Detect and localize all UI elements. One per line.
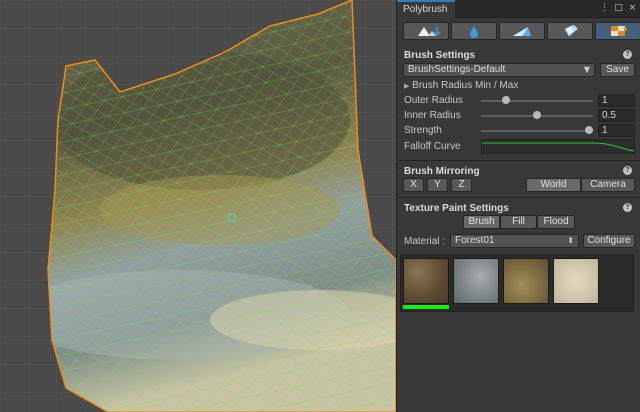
- foldout-arrow-icon: ▶: [404, 82, 410, 90]
- mode-raise-lower-button[interactable]: [403, 22, 449, 40]
- material-dropdown[interactable]: Forest01 ⬍: [450, 234, 579, 248]
- smooth-icon: [470, 26, 478, 38]
- mode-smooth-button[interactable]: [451, 22, 497, 40]
- brush-mirroring-title: Brush Mirroring: [404, 166, 480, 177]
- raise-lower-icon: [418, 27, 441, 37]
- strength-label: Strength: [404, 125, 442, 136]
- brush-preset-value: BrushSettings-Default: [408, 64, 506, 75]
- mode-texture-paint-button[interactable]: [595, 22, 640, 40]
- rock-texture[interactable]: [453, 258, 499, 304]
- scene-viewport[interactable]: [0, 0, 396, 412]
- texture-paint-title: Texture Paint Settings: [404, 203, 509, 214]
- polybrush-panel: Polybrush ⋮ □ × Brush Settings ? BrushSe…: [396, 0, 640, 412]
- selected-texture-indicator: [403, 305, 449, 309]
- chevron-down-icon: ▼: [583, 65, 590, 74]
- material-label: Material :: [404, 236, 446, 247]
- menu-icon[interactable]: ⋮: [599, 3, 610, 14]
- falloff-curve-label: Falloff Curve: [404, 141, 461, 152]
- paint-mode-brush-button[interactable]: Brush: [463, 215, 500, 229]
- terrain-mesh[interactable]: [0, 0, 396, 412]
- mirror-x-toggle[interactable]: X: [403, 178, 424, 192]
- outer-radius-label: Outer Radius: [404, 95, 463, 106]
- brush-preset-dropdown[interactable]: BrushSettings-Default ▼: [403, 63, 595, 77]
- brush-mode-toolbar: [403, 22, 640, 40]
- strength-field[interactable]: 1: [598, 124, 635, 137]
- texture-paint-icon: [611, 26, 627, 36]
- sculpt-icon: [513, 27, 531, 36]
- paint-mode-flood-button[interactable]: Flood: [537, 215, 575, 229]
- radius-minmax-foldout[interactable]: ▶ Brush Radius Min / Max: [404, 80, 518, 91]
- maximize-icon[interactable]: □: [613, 3, 624, 14]
- inner-radius-slider-handle[interactable]: [533, 111, 541, 119]
- brush-settings-title: Brush Settings: [404, 50, 476, 61]
- polybrush-window: Polybrush ⋮ □ × Brush Settings ? BrushSe…: [0, 0, 640, 412]
- inner-radius-label: Inner Radius: [404, 110, 461, 121]
- inner-radius-field[interactable]: 0.5: [598, 109, 635, 122]
- brush-mirroring-help-icon[interactable]: ?: [623, 166, 632, 175]
- sand-texture[interactable]: [553, 258, 599, 304]
- texture-paint-help-icon[interactable]: ?: [623, 203, 632, 212]
- mirror-z-toggle[interactable]: Z: [451, 178, 472, 192]
- strength-slider-handle[interactable]: [585, 126, 593, 134]
- tab-polybrush[interactable]: Polybrush: [397, 0, 455, 18]
- material-value: Forest01: [455, 235, 495, 246]
- stepper-icon: ⬍: [567, 236, 574, 245]
- strength-slider[interactable]: [481, 130, 593, 132]
- mirror-space-camera-button[interactable]: Camera: [581, 178, 635, 192]
- outer-radius-slider-handle[interactable]: [501, 96, 510, 104]
- close-icon[interactable]: ×: [627, 3, 638, 14]
- paint-prefab-icon: [564, 25, 578, 37]
- save-button[interactable]: Save: [600, 63, 635, 77]
- mode-sculpt-button[interactable]: [499, 22, 545, 40]
- mirror-space-world-button[interactable]: World: [526, 178, 581, 192]
- tab-bar: Polybrush ⋮ □ ×: [397, 0, 640, 18]
- brush-settings-help-icon[interactable]: ?: [623, 50, 632, 59]
- configure-button[interactable]: Configure: [583, 234, 635, 248]
- mirror-y-toggle[interactable]: Y: [427, 178, 448, 192]
- falloff-curve-field[interactable]: [481, 139, 635, 154]
- outer-radius-slider[interactable]: [481, 100, 593, 102]
- dirt-texture[interactable]: [403, 258, 449, 304]
- paint-mode-fill-button[interactable]: Fill: [500, 215, 537, 229]
- outer-radius-field[interactable]: 1: [598, 94, 635, 107]
- moss-texture[interactable]: [503, 258, 549, 304]
- mode-paint-prefab-button[interactable]: [547, 22, 593, 40]
- radius-minmax-label: Brush Radius Min / Max: [412, 80, 519, 91]
